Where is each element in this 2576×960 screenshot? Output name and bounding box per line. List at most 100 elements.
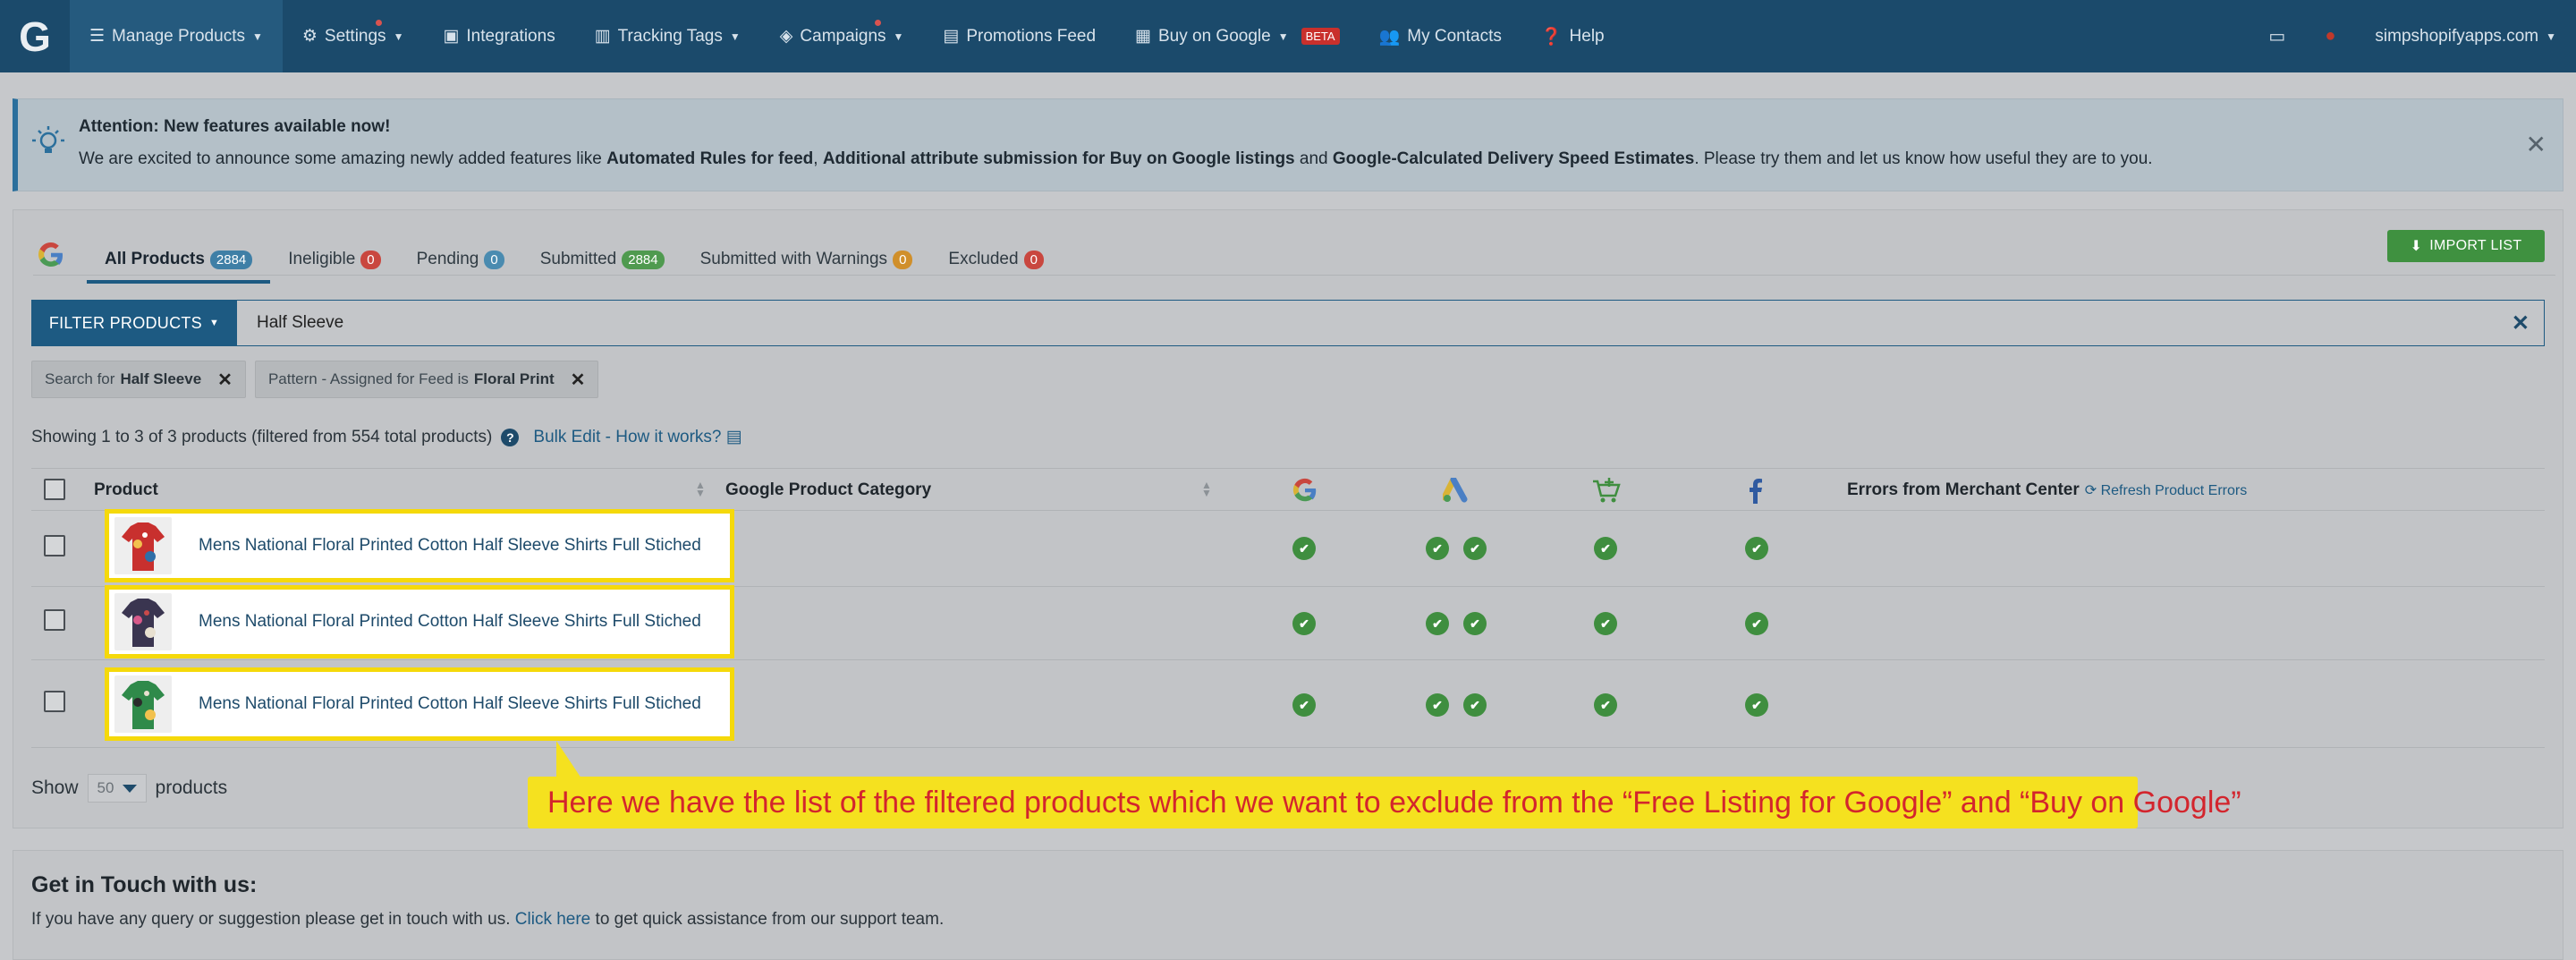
tab-label: All Products: [105, 250, 205, 268]
contact-text: If you have any query or suggestion plea…: [31, 910, 944, 930]
tab-label: Ineligible: [288, 250, 356, 268]
row-checkbox[interactable]: [44, 535, 65, 556]
caret-down-icon: ▼: [729, 30, 741, 43]
beta-badge: BETA: [1301, 28, 1340, 45]
check-icon: ✔: [1594, 693, 1617, 717]
page-size-select[interactable]: 50: [87, 774, 147, 803]
product-tabs: All Products 2884 Ineligible 0 Pending 0…: [37, 234, 1062, 284]
alert-text: ,: [813, 149, 823, 168]
select-all-checkbox[interactable]: [44, 479, 65, 500]
column-product[interactable]: Product: [94, 480, 158, 500]
account-menu[interactable]: simpshopifyapps.com ▼: [2355, 0, 2576, 72]
nav-label: Buy on Google: [1158, 26, 1271, 46]
nav-promotions-feed[interactable]: ▤ Promotions Feed: [923, 0, 1115, 72]
nav-settings[interactable]: ⚙ Settings ▼: [283, 0, 424, 72]
link-label: Bulk Edit - How it works?: [533, 428, 722, 446]
count-badge: 2884: [209, 250, 253, 269]
caret-down-icon: ▼: [393, 30, 404, 43]
column-category[interactable]: Google Product Category: [725, 480, 931, 500]
nav-manage-products[interactable]: ☰ Manage Products ▼: [70, 0, 283, 72]
sort-icon[interactable]: ▲ ▼: [695, 480, 706, 498]
filter-products-button[interactable]: FILTER PRODUCTS ▼: [31, 300, 237, 346]
google-g-icon: [38, 242, 63, 267]
nav-right: ▭ ● simpshopifyapps.com ▼: [2249, 0, 2576, 72]
bulk-edit-link[interactable]: Bulk Edit - How it works? ▤: [533, 427, 741, 447]
check-icon: ✔: [1745, 537, 1768, 560]
import-list-button[interactable]: ⬇ IMPORT LIST: [2387, 230, 2545, 262]
count-badge: 0: [893, 250, 913, 269]
results-summary: Showing 1 to 3 of 3 products (filtered f…: [31, 427, 742, 447]
click-here-link[interactable]: Click here: [515, 910, 590, 929]
check-icon: ✔: [1463, 693, 1487, 717]
app-logo[interactable]: G: [0, 0, 70, 72]
logo-letter: G: [19, 13, 51, 60]
filter-search-input[interactable]: Half Sleeve: [257, 313, 343, 333]
sort-icon[interactable]: ▲ ▼: [1201, 480, 1212, 498]
nav-buy-on-google[interactable]: ▦ Buy on Google ▼ BETA: [1115, 0, 1360, 72]
chip-value: Floral Print: [473, 370, 555, 387]
check-icon: ✔: [1426, 693, 1449, 717]
chip-prefix: Pattern - Assigned for Feed is: [267, 370, 469, 387]
tab-pending[interactable]: Pending 0: [399, 250, 522, 284]
filter-chip: Pattern - Assigned for Feed is Floral Pr…: [254, 361, 599, 398]
close-icon[interactable]: ✕: [2526, 130, 2546, 159]
refresh-icon: ⟳: [2084, 483, 2097, 498]
tab-excluded[interactable]: Excluded 0: [930, 250, 1062, 284]
tab-label: Submitted with Warnings: [699, 250, 888, 268]
alert-text: and: [1294, 149, 1333, 168]
check-icon: ✔: [1292, 612, 1316, 635]
bell-icon[interactable]: ●: [2305, 26, 2355, 47]
tab-ineligible[interactable]: Ineligible 0: [270, 250, 398, 284]
clear-filter-icon[interactable]: ✕: [2512, 310, 2529, 336]
id-card-icon[interactable]: ▭: [2249, 25, 2305, 47]
nav-label: Manage Products: [112, 26, 245, 46]
nav-tracking-tags[interactable]: ▥ Tracking Tags ▼: [575, 0, 760, 72]
gear-icon: ⚙: [301, 27, 318, 46]
product-cell: Mens National Floral Printed Cotton Half…: [105, 585, 734, 658]
tab-submitted[interactable]: Submitted 2884: [522, 250, 682, 284]
top-navbar: G ☰ Manage Products ▼ ⚙ Settings ▼ ▣ Int…: [0, 0, 2576, 72]
notification-dot: [874, 20, 881, 26]
contact-title: Get in Touch with us:: [31, 872, 258, 897]
caret-down-icon: ▼: [1277, 30, 1289, 43]
download-icon: ⬇: [2410, 239, 2423, 254]
show-suffix: products: [155, 777, 228, 798]
alert-feature: Google-Calculated Delivery Speed Estimat…: [1332, 149, 1695, 168]
tab-label: Submitted: [539, 250, 617, 268]
row-checkbox[interactable]: [44, 609, 65, 631]
nav-help[interactable]: ❓ Help: [1521, 0, 1624, 72]
link-label: Refresh Product Errors: [2100, 483, 2248, 498]
column-label: Errors from Merchant Center: [1847, 480, 2080, 499]
nav-campaigns[interactable]: ◈ Campaigns ▼: [760, 0, 924, 72]
count-badge: 0: [360, 250, 381, 269]
check-icon: ✔: [1745, 612, 1768, 635]
remove-chip-icon[interactable]: ✕: [217, 369, 233, 391]
remove-chip-icon[interactable]: ✕: [571, 369, 586, 391]
product-title-link[interactable]: Mens National Floral Printed Cotton Half…: [199, 612, 701, 632]
check-icon: ✔: [1292, 693, 1316, 717]
question-icon[interactable]: ?: [501, 428, 520, 446]
refresh-errors-link[interactable]: ⟳ Refresh Product Errors: [2085, 483, 2247, 498]
product-title-link[interactable]: Mens National Floral Printed Cotton Half…: [199, 694, 701, 714]
table-row: Mens National Floral Printed Cotton Half…: [31, 509, 2545, 587]
row-checkbox[interactable]: [44, 691, 65, 712]
nav-integrations[interactable]: ▣ Integrations: [423, 0, 574, 72]
button-label: FILTER PRODUCTS: [48, 313, 202, 332]
contact-post: to get quick assistance from our support…: [590, 910, 945, 929]
nav-my-contacts[interactable]: 👥 My Contacts: [1360, 0, 1521, 72]
product-thumbnail: [114, 593, 172, 650]
alert-title: Attention: New features available now!: [79, 117, 391, 136]
shirt-image: [114, 593, 172, 650]
count-badge: 0: [1023, 250, 1044, 269]
tab-divider: [33, 275, 2555, 276]
alert-text: . Please try them and let us know how us…: [1694, 149, 2153, 168]
product-title-link[interactable]: Mens National Floral Printed Cotton Half…: [199, 536, 701, 556]
shopping-cart-icon: [1593, 478, 1621, 503]
tab-label: Pending: [416, 250, 479, 268]
facebook-icon: [1750, 479, 1762, 504]
alert-text: We are excited to announce some amazing …: [79, 149, 607, 168]
alert-feature: Additional attribute submission for Buy …: [822, 149, 1295, 168]
tab-label: Excluded: [948, 250, 1019, 268]
tab-submitted-warnings[interactable]: Submitted with Warnings 0: [682, 250, 931, 284]
tab-all-products[interactable]: All Products 2884: [87, 250, 271, 284]
